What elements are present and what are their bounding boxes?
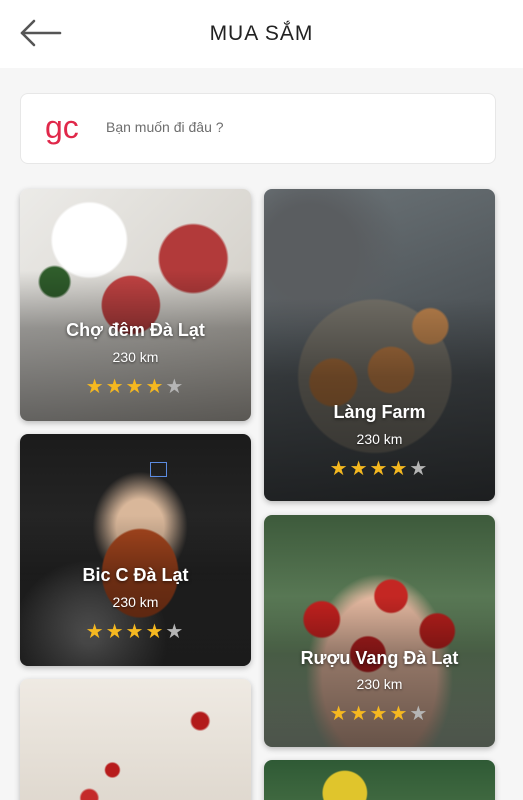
star-icon: ★ xyxy=(389,703,410,725)
star-icon: ★ xyxy=(125,621,146,643)
star-icon: ★ xyxy=(389,458,410,480)
svg-text:gc: gc xyxy=(45,109,79,145)
rating-stars: ★★★★★ xyxy=(20,377,251,397)
page-title: MUA SẮM xyxy=(209,22,314,45)
place-distance: 230 km xyxy=(112,349,159,365)
star-icon: ★ xyxy=(349,703,370,725)
card-image xyxy=(20,679,251,800)
place-name: Bic C Đà Lạt xyxy=(82,565,189,585)
card-image xyxy=(264,760,495,800)
star-icon: ★ xyxy=(85,376,106,398)
app-header: MUA SẮM xyxy=(0,0,523,68)
focus-indicator xyxy=(150,462,167,477)
gc-logo-icon: gc xyxy=(45,109,79,145)
place-name: Làng Farm xyxy=(333,402,426,422)
star-icon: ★ xyxy=(105,621,126,643)
star-icon: ★ xyxy=(145,621,166,643)
rating-stars: ★★★★★ xyxy=(264,704,495,724)
place-distance: 230 km xyxy=(356,676,403,692)
main-content: gc Bạn muốn đi đâu ? Chợ đêm Đà Lạt 230 … xyxy=(0,68,523,800)
star-icon: ★ xyxy=(105,376,126,398)
star-icon: ★ xyxy=(165,376,186,398)
place-distance: 230 km xyxy=(356,431,403,447)
rating-stars: ★★★★★ xyxy=(264,459,495,479)
star-icon: ★ xyxy=(165,621,186,643)
star-icon: ★ xyxy=(409,703,430,725)
place-card[interactable]: Chợ đêm Đà Lạt 230 km ★★★★★ xyxy=(20,189,251,421)
search-bar[interactable]: gc Bạn muốn đi đâu ? xyxy=(20,93,496,164)
star-icon: ★ xyxy=(329,703,350,725)
star-icon: ★ xyxy=(145,376,166,398)
place-card[interactable]: Bic C Đà Lạt 230 km ★★★★★ xyxy=(20,434,251,666)
star-icon: ★ xyxy=(409,458,430,480)
place-name: Chợ đêm Đà Lạt xyxy=(66,320,205,340)
star-icon: ★ xyxy=(85,621,106,643)
place-card[interactable]: Làng Farm 230 km ★★★★★ xyxy=(264,189,495,501)
rating-stars: ★★★★★ xyxy=(20,622,251,642)
star-icon: ★ xyxy=(369,703,390,725)
star-icon: ★ xyxy=(349,458,370,480)
place-card[interactable] xyxy=(20,679,251,800)
search-placeholder[interactable]: Bạn muốn đi đâu ? xyxy=(106,119,224,135)
place-name: Rượu Vang Đà Lạt xyxy=(300,648,459,668)
place-distance: 230 km xyxy=(112,594,159,610)
star-icon: ★ xyxy=(329,458,350,480)
place-card[interactable]: Rượu Vang Đà Lạt 230 km ★★★★★ xyxy=(264,515,495,747)
star-icon: ★ xyxy=(369,458,390,480)
place-card[interactable] xyxy=(264,760,495,800)
star-icon: ★ xyxy=(125,376,146,398)
